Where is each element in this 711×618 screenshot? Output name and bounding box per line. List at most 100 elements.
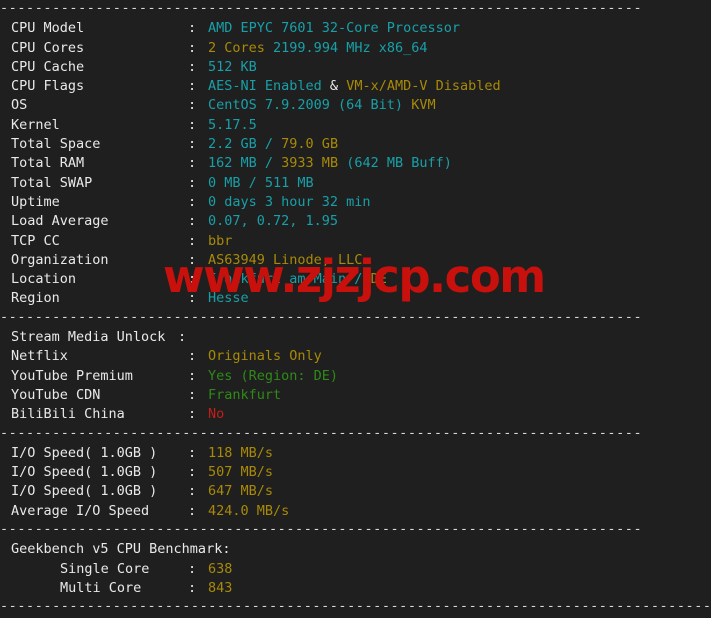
geekbench-row-label: Multi Core [60,579,142,596]
system-info-row: OS: CentOS 7.9.2009 (64 Bit) KVM [0,96,711,115]
system-info-row-value: AMD EPYC 7601 32-Core Processor [208,20,460,36]
geekbench-heading: Geekbench v5 CPU Benchmark: [11,541,231,558]
system-info-row-value: Hesse [208,290,249,306]
system-info-row-label: Uptime [11,193,60,210]
system-info-row-value: 2.2 GB / 79.0 GB [208,136,338,152]
stream-media-row-value: No [208,406,224,422]
system-info-row-value: 5.17.5 [208,117,257,133]
value-segment: 638 [208,560,233,577]
colon-separator: : [188,444,197,461]
separator-stream: ----------------------------------------… [0,309,711,328]
value-segment: DE [370,271,387,288]
separator-dashes: ----------------------------------------… [0,308,643,325]
system-info-row: Region: Hesse [0,289,711,308]
value-segment: bbr [208,232,233,249]
colon-separator: : [188,97,197,114]
io-speed-row-label: Average I/O Speed [11,502,150,519]
geekbench-row-label: Single Core [60,560,150,577]
system-info-row-value: AS63949 Linode, LLC [208,252,362,268]
value-segment: (642 MB Buff) [338,155,452,172]
colon-separator: : [188,232,197,249]
value-segment: AES-NI Enabled [208,78,322,95]
system-info-section: CPU Model: AMD EPYC 7601 32-Core Processo… [0,19,711,308]
system-info-row: CPU Flags: AES-NI Enabled & VM-x/AMD-V Di… [0,77,711,96]
colon-separator: : [188,367,197,384]
system-info-row-label: CPU Flags [11,78,85,95]
io-speed-row: Average I/O Speed:424.0 MB/s [0,502,711,521]
stream-media-section-colon: : [178,329,187,346]
system-info-row-value: CentOS 7.9.2009 (64 Bit) KVM [208,97,436,113]
colon-separator: : [188,579,197,596]
io-speed-row: I/O Speed( 1.0GB ):118 MB/s [0,444,711,463]
system-info-row-label: Organization [11,251,109,268]
value-segment: Originals Only [208,348,322,365]
colon-separator: : [188,502,197,519]
system-info-row-label: Load Average [11,213,109,230]
value-segment: 118 MB/s [208,444,274,461]
colon-separator: : [188,560,197,577]
separator-dashes: ----------------------------------------… [0,0,643,16]
separator-dashes: ----------------------------------------… [0,424,643,441]
value-segment: CentOS 7.9.2009 (64 Bit) [208,97,404,114]
stream-media-row-value: Originals Only [208,348,322,364]
geekbench-section: Single Core:638 Multi Core:843 [0,560,711,599]
stream-media-section-label: Stream Media Unlock [11,329,166,346]
system-info-row: CPU Cores:2 Cores 2199.994 MHz x86_64 [0,39,711,58]
value-segment: 5.17.5 [208,116,257,133]
system-info-row-value: 0 MB / 511 MB [208,175,314,191]
stream-media-row: YouTube Premium: Yes (Region: DE) [0,367,711,386]
terminal-output: www.zjzjcp.com -------------------------… [0,0,711,614]
system-info-row-value: 162 MB / 3933 MB (642 MB Buff) [208,155,452,171]
system-info-row-label: Location [11,271,77,288]
system-info-row: Uptime:0 days 3 hour 32 min [0,193,711,212]
system-info-row-value: 512 KB [208,59,257,75]
geekbench-row-value: 638 [208,561,232,577]
io-speed-row: I/O Speed( 1.0GB ):647 MB/s [0,482,711,501]
value-segment: AS63949 Linode, LLC [208,251,363,268]
system-info-row-value: AES-NI Enabled & VM-x/AMD-V Disabled [208,78,501,94]
value-segment: 162 MB [208,155,257,172]
stream-media-row-label: YouTube Premium [11,367,133,384]
io-speed-row: I/O Speed( 1.0GB ):507 MB/s [0,463,711,482]
value-segment: / [256,155,282,172]
colon-separator: : [188,464,197,481]
stream-media-row-label: Netflix [11,348,68,365]
value-segment: Hesse [208,290,249,307]
system-info-row-label: Kernel [11,116,60,133]
colon-separator: : [188,136,197,153]
value-segment: 424.0 MB/s [208,502,290,519]
separator-geekbench: ----------------------------------------… [0,521,711,540]
io-speed-row-label: I/O Speed( 1.0GB ) [11,444,158,461]
colon-separator: : [188,58,197,75]
system-info-row: Total Space:2.2 GB / 79.0 GB [0,135,711,154]
value-segment: KVM [411,97,436,114]
system-info-row: Total SWAP:0 MB / 511 MB [0,174,711,193]
io-speed-row-value: 118 MB/s [208,445,273,461]
stream-media-row-value: Frankfurt [208,387,281,403]
io-speed-section: I/O Speed( 1.0GB ):118 MB/s I/O Speed( 1.… [0,444,711,521]
separator-io: ----------------------------------------… [0,425,711,444]
value-segment: 2.2 GB [208,136,257,153]
io-speed-row-value: 507 MB/s [208,464,273,480]
system-info-row-value: 2 Cores 2199.994 MHz x86_64 [208,40,427,56]
colon-separator: : [188,483,197,500]
value-segment: 3933 MB [281,155,339,172]
separator-dashes: ----------------------------------------… [0,598,711,615]
io-speed-row-label: I/O Speed( 1.0GB ) [11,483,158,500]
system-info-row-label: TCP CC [11,232,60,249]
value-segment [265,40,273,56]
stream-media-row-label: BiliBili China [11,406,125,423]
colon-separator: : [188,290,197,307]
system-info-row-value: 0 days 3 hour 32 min [208,194,371,210]
stream-media-row: Netflix: Originals Only [0,347,711,366]
io-speed-row-label: I/O Speed( 1.0GB ) [11,464,158,481]
system-info-row-value: bbr [208,233,232,249]
colon-separator: : [188,251,197,268]
stream-media-row: YouTube CDN: Frankfurt [0,386,711,405]
value-segment: 507 MB/s [208,464,274,481]
system-info-row-label: Total RAM [11,155,85,172]
system-info-row-label: OS [11,97,28,114]
value-segment: 2199.994 MHz x86_64 [273,39,428,56]
value-segment: 79.0 GB [281,136,339,153]
value-segment: Frankfurt [208,386,282,403]
